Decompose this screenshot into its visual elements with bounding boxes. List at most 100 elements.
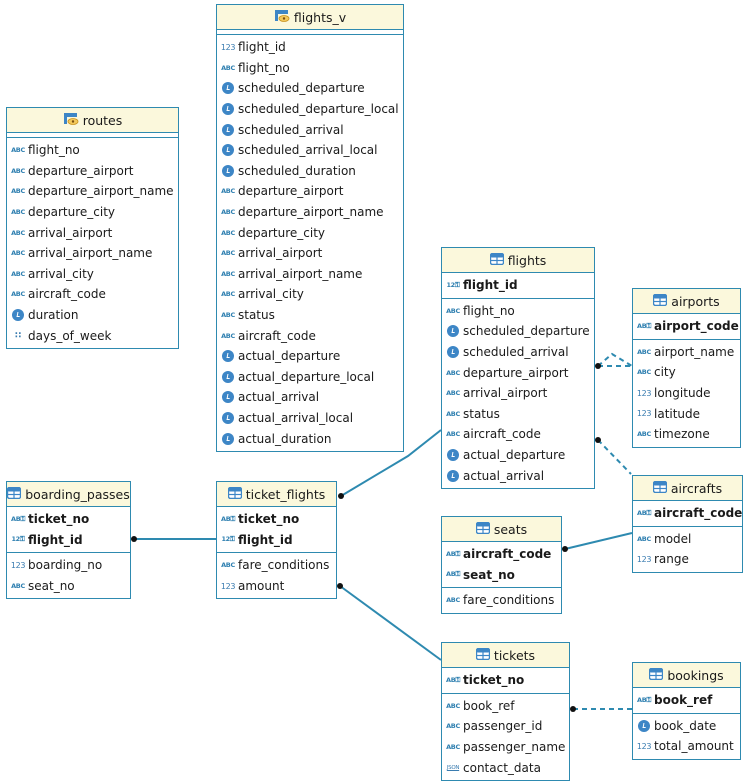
number-type-icon: 123 — [220, 42, 236, 52]
text-type-icon: ABC — [637, 347, 651, 356]
column-row[interactable]: actual_duration — [217, 428, 403, 449]
column-row[interactable]: ABC departure_airport — [217, 181, 403, 202]
entity-flights[interactable]: flights 12⚿ flight_id ABC flight_no scheduled… — [441, 247, 595, 489]
column-row[interactable]: ABC departure_city — [7, 202, 178, 223]
column-row[interactable]: ABC departure_airport_name — [7, 181, 178, 202]
pk-column-row[interactable]: AB⚿ ticket_no — [217, 509, 336, 530]
column-row[interactable]: scheduled_departure — [442, 321, 594, 342]
column-name: longitude — [654, 386, 711, 401]
entity-seats[interactable]: seats AB⚿ aircraft_code AB⚿ seat_no ABC fare_c… — [441, 516, 562, 614]
column-row[interactable]: JSON contact_data — [442, 757, 569, 778]
column-row[interactable]: ABC arrival_airport — [442, 383, 594, 404]
column-row[interactable]: ABC departure_city — [217, 222, 403, 243]
column-row[interactable]: ABC arrival_airport — [217, 243, 403, 264]
datetime-type-icon — [222, 411, 234, 424]
column-row[interactable]: ABC seat_no — [7, 576, 130, 597]
pk-column-row[interactable]: 12⚿ flight_id — [217, 530, 336, 551]
column-row[interactable]: ABC arrival_airport — [7, 222, 178, 243]
column-row[interactable]: ABC city — [633, 362, 740, 383]
column-row[interactable]: ABC departure_airport_name — [217, 202, 403, 223]
column-row[interactable]: duration — [7, 305, 178, 326]
entity-aircrafts[interactable]: aircrafts AB⚿ aircraft_code ABC model 123 rang… — [632, 475, 743, 573]
column-row[interactable]: ABC arrival_airport_name — [217, 264, 403, 285]
column-row[interactable]: actual_departure_local — [217, 367, 403, 388]
column-row[interactable]: ABC arrival_city — [217, 284, 403, 305]
column-row[interactable]: scheduled_departure — [217, 78, 403, 99]
column-row[interactable]: ABC flight_no — [7, 140, 178, 161]
column-row[interactable]: ABC flight_no — [217, 58, 403, 79]
entity-header[interactable]: flights — [442, 248, 594, 273]
column-row[interactable]: actual_arrival_local — [217, 408, 403, 429]
column-row[interactable]: book_date — [633, 716, 740, 737]
entity-header[interactable]: boarding_passes — [7, 482, 130, 507]
column-row[interactable]: 123 total_amount — [633, 736, 740, 757]
pk-column-row[interactable]: AB⚿ book_ref — [633, 690, 740, 711]
column-row[interactable]: ABC aircraft_code — [442, 424, 594, 445]
columns-section: 123 flight_id ABC flight_no scheduled_depart… — [217, 35, 403, 451]
column-row[interactable]: actual_arrival — [442, 465, 594, 486]
column-row[interactable]: 123 latitude — [633, 403, 740, 424]
column-row[interactable]: ABC fare_conditions — [442, 590, 561, 611]
column-row[interactable]: ABC timezone — [633, 424, 740, 445]
column-row[interactable]: ABC airport_name — [633, 342, 740, 363]
entity-header[interactable]: airports — [633, 289, 740, 314]
column-row[interactable]: ABC model — [633, 529, 742, 550]
number-type-icon: 123 — [10, 560, 26, 570]
entity-header[interactable]: bookings — [633, 663, 740, 688]
column-row[interactable]: ABC book_ref — [442, 696, 569, 717]
column-row[interactable]: actual_arrival — [217, 387, 403, 408]
pk-column-row[interactable]: AB⚿ ticket_no — [7, 509, 130, 530]
column-row[interactable]: scheduled_duration — [217, 161, 403, 182]
pk-column-row[interactable]: 12⚿ flight_id — [442, 275, 594, 296]
column-row[interactable]: scheduled_departure_local — [217, 99, 403, 120]
column-row[interactable]: actual_departure — [217, 346, 403, 367]
entity-routes[interactable]: routes ABC flight_no ABC departure_airport AB… — [6, 107, 179, 349]
entity-ticket_flights[interactable]: ticket_flights AB⚿ ticket_no 12⚿ flight_id AB… — [216, 481, 337, 600]
entity-header[interactable]: flights_v — [217, 5, 403, 30]
pk-column-row[interactable]: AB⚿ ticket_no — [442, 670, 569, 691]
entity-header[interactable]: ticket_flights — [217, 482, 336, 507]
entity-header[interactable]: tickets — [442, 643, 569, 668]
column-row[interactable]: ABC arrival_city — [7, 264, 178, 285]
column-row[interactable]: ABC arrival_airport_name — [7, 243, 178, 264]
column-row[interactable]: ABC fare_conditions — [217, 555, 336, 576]
column-row[interactable]: ABC passenger_id — [442, 716, 569, 737]
pk-column-row[interactable]: AB⚿ aircraft_code — [633, 503, 742, 524]
entity-boarding_passes[interactable]: boarding_passes AB⚿ ticket_no 12⚿ flight_id 1… — [6, 481, 131, 600]
column-row[interactable]: actual_departure — [442, 445, 594, 466]
column-row[interactable]: 123 flight_id — [217, 37, 403, 58]
column-row[interactable]: ABC status — [442, 404, 594, 425]
entity-header[interactable]: aircrafts — [633, 476, 742, 501]
column-row[interactable]: ABC aircraft_code — [217, 325, 403, 346]
number-key-icon: 12⚿ — [446, 280, 460, 289]
column-row[interactable]: ABC passenger_name — [442, 737, 569, 758]
entity-airports[interactable]: airports AB⚿ airport_code ABC airport_name AB… — [632, 288, 741, 448]
column-name: arrival_airport — [238, 246, 323, 261]
column-row[interactable]: 123 range — [633, 549, 742, 570]
column-row[interactable]: ABC departure_airport — [7, 161, 178, 182]
column-name: ticket_no — [28, 512, 90, 527]
column-row[interactable]: ABC flight_no — [442, 301, 594, 322]
column-row[interactable]: ∷ days_of_week — [7, 325, 178, 346]
pk-column-row[interactable]: 12⚿ flight_id — [7, 530, 130, 551]
column-row[interactable]: 123 amount — [217, 576, 336, 597]
column-row[interactable]: ABC departure_airport — [442, 362, 594, 383]
column-name: flight_no — [463, 303, 515, 318]
column-row[interactable]: 123 boarding_no — [7, 555, 130, 576]
entity-header[interactable]: routes — [7, 108, 178, 133]
entity-flights_v[interactable]: flights_v 123 flight_id ABC flight_no schedul… — [216, 4, 404, 452]
column-name: book_ref — [654, 693, 713, 708]
entity-header[interactable]: seats — [442, 517, 561, 542]
text-type-icon: ABC — [446, 409, 460, 418]
pk-column-row[interactable]: AB⚿ aircraft_code — [442, 544, 561, 565]
column-row[interactable]: 123 longitude — [633, 383, 740, 404]
entity-bookings[interactable]: bookings AB⚿ book_ref book_date 123 total_amo… — [632, 662, 741, 760]
pk-column-row[interactable]: AB⚿ seat_no — [442, 565, 561, 586]
pk-column-row[interactable]: AB⚿ airport_code — [633, 316, 740, 337]
column-row[interactable]: ABC aircraft_code — [7, 284, 178, 305]
column-row[interactable]: scheduled_arrival — [442, 342, 594, 363]
column-row[interactable]: scheduled_arrival — [217, 119, 403, 140]
entity-tickets[interactable]: tickets AB⚿ ticket_no ABC book_ref ABC passeng… — [441, 642, 570, 781]
column-row[interactable]: scheduled_arrival_local — [217, 140, 403, 161]
column-row[interactable]: ABC status — [217, 305, 403, 326]
